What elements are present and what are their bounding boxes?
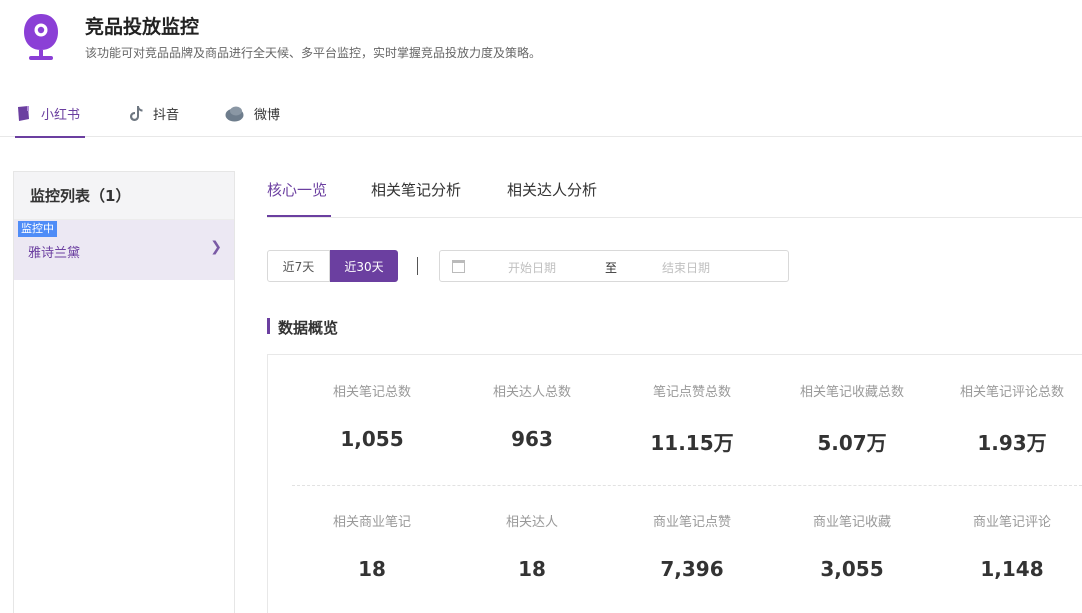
- stat-value: 11.15万: [650, 431, 734, 455]
- stat-total-likes: 笔记点赞总数 11.15万: [612, 381, 772, 456]
- tab-label: 抖音: [153, 108, 180, 123]
- tab-label: 微博: [254, 108, 281, 123]
- stat-value: 1,055: [340, 427, 404, 451]
- monitor-camera-logo: [24, 14, 58, 60]
- stat-value: 18: [518, 557, 546, 581]
- page-header: 竞品投放监控 该功能可对竞品品牌及商品进行全天候、多平台监控，实时掌握竞品投放力…: [0, 0, 1082, 90]
- stat-commercial-notes: 相关商业笔记 18: [292, 511, 452, 581]
- date-filter-bar: 近7天 近30天 开始日期 至 结束日期: [267, 250, 1082, 282]
- page-description: 该功能可对竞品品牌及商品进行全天候、多平台监控，实时掌握竞品投放力度及策略。: [85, 46, 542, 60]
- stat-value: 963: [511, 427, 553, 451]
- stat-label: 相关笔记评论总数: [959, 385, 1064, 400]
- stats-divider: [292, 485, 1082, 486]
- range-7-days-button[interactable]: 近7天: [267, 250, 330, 282]
- stat-label: 商业笔记收藏: [812, 515, 891, 530]
- date-range-separator: 至: [605, 261, 618, 275]
- tab-weibo[interactable]: 微博: [225, 90, 280, 137]
- stat-commercial-likes: 商业笔记点赞 7,396: [612, 511, 772, 581]
- stat-label: 商业笔记评论: [972, 515, 1051, 530]
- weibo-icon: [225, 106, 244, 122]
- tab-label: 小红书: [41, 108, 81, 123]
- tab-core-overview[interactable]: 核心一览: [267, 179, 327, 200]
- stat-label: 相关达人: [505, 515, 558, 530]
- calendar-icon: [452, 260, 465, 273]
- tab-douyin[interactable]: 抖音: [128, 90, 179, 137]
- stat-label: 相关达人总数: [492, 385, 571, 400]
- stat-total-notes: 相关笔记总数 1,055: [292, 381, 452, 451]
- stat-value: 5.07万: [817, 431, 887, 455]
- stat-total-influencers: 相关达人总数 963: [452, 381, 612, 451]
- stat-value: 18: [358, 557, 386, 581]
- monitor-list-title: 监控列表（1）: [14, 172, 234, 220]
- stat-label: 商业笔记点赞: [652, 515, 731, 530]
- monitor-list-item[interactable]: 监控中 雅诗兰黛 ❯: [14, 220, 234, 280]
- active-tab-indicator: [267, 215, 331, 217]
- stat-total-collections: 相关笔记收藏总数 5.07万: [772, 381, 932, 456]
- tab-note-analysis[interactable]: 相关笔记分析: [371, 179, 461, 200]
- monitor-brand-name: 雅诗兰黛: [28, 246, 81, 261]
- range-30-days-button[interactable]: 近30天: [330, 250, 398, 282]
- overview-section-title: 数据概览: [267, 317, 338, 338]
- stat-total-comments: 相关笔记评论总数 1.93万: [932, 381, 1082, 456]
- stat-label: 笔记点赞总数: [652, 385, 731, 400]
- filter-divider: [417, 257, 418, 275]
- start-date-input[interactable]: 开始日期: [508, 259, 556, 276]
- page-title: 竞品投放监控: [85, 16, 200, 38]
- stat-value: 1.93万: [977, 431, 1047, 455]
- monitoring-status-badge: 监控中: [18, 221, 57, 237]
- analysis-tabs: 核心一览 相关笔记分析 相关达人分析: [267, 171, 1082, 218]
- tab-influencer-analysis[interactable]: 相关达人分析: [507, 179, 597, 200]
- platform-tabs: 小红书 抖音 微博: [0, 90, 1082, 138]
- stat-related-influencers: 相关达人 18: [452, 511, 612, 581]
- main-content: 核心一览 相关笔记分析 相关达人分析 近7天 近30天 开始日期 至 结束日期 …: [267, 171, 1082, 613]
- stat-value: 1,148: [980, 557, 1044, 581]
- end-date-input[interactable]: 结束日期: [662, 259, 710, 276]
- stat-label: 相关笔记总数: [332, 385, 411, 400]
- stat-commercial-comments: 商业笔记评论 1,148: [932, 511, 1082, 581]
- overview-stats-card: 相关笔记总数 1,055 相关达人总数 963 笔记点赞总数 11.15万 相关…: [267, 354, 1082, 613]
- tab-xiaohongshu[interactable]: 小红书: [15, 90, 85, 138]
- stat-value: 3,055: [820, 557, 884, 581]
- date-range-picker[interactable]: 开始日期 至 结束日期: [439, 250, 789, 282]
- xiaohongshu-icon: [18, 106, 29, 121]
- stat-value: 7,396: [660, 557, 724, 581]
- stat-commercial-collections: 商业笔记收藏 3,055: [772, 511, 932, 581]
- stat-label: 相关笔记收藏总数: [799, 385, 904, 400]
- douyin-icon: [130, 106, 143, 121]
- chevron-right-icon: ❯: [210, 239, 222, 255]
- monitor-list-panel: 监控列表（1） 监控中 雅诗兰黛 ❯: [13, 171, 235, 613]
- stat-label: 相关商业笔记: [332, 515, 411, 530]
